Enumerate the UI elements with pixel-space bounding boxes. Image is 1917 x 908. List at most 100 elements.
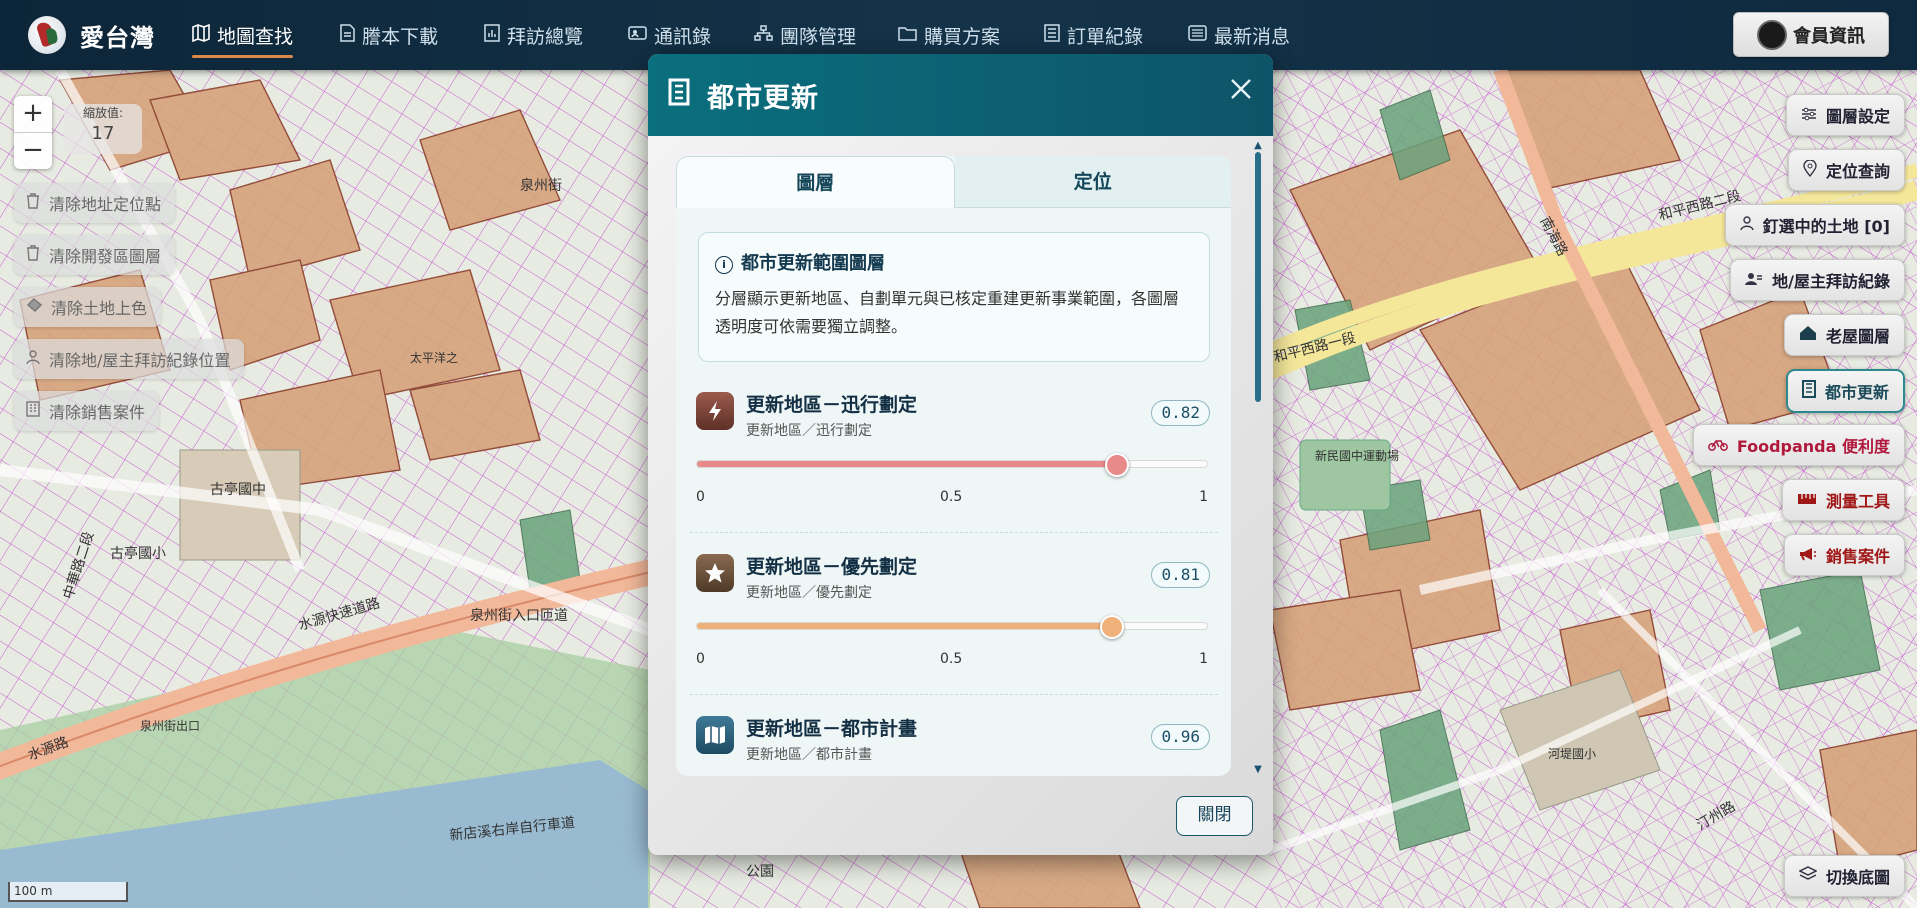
old-house-layer-button[interactable]: 老屋圖層 (1783, 314, 1905, 356)
contact-card-icon (628, 25, 647, 45)
nav-item-latest-news[interactable]: 最新消息 (1188, 14, 1290, 56)
sales-cases-button[interactable]: 銷售案件 (1783, 534, 1905, 576)
map-place-label: 泉州街出口 (140, 719, 200, 733)
clear-sales-cases-button[interactable]: 清除銷售案件 (14, 391, 160, 431)
star-icon (696, 554, 734, 592)
trash-icon (26, 192, 40, 214)
opacity-value-badge: 0.96 (1151, 724, 1210, 750)
map-place-label: 公園 (746, 864, 774, 880)
layers-icon (1798, 866, 1818, 886)
layer-subtitle: 更新地區／優先劃定 (746, 585, 872, 601)
map-fold-icon (696, 716, 734, 754)
tick-label: 0.5 (940, 489, 963, 505)
nav-item-label: 謄本下載 (362, 25, 439, 48)
slider-fill (697, 623, 1111, 629)
foodpanda-convenience-button[interactable]: Foodpanda 便利度 (1692, 424, 1905, 466)
slider-handle[interactable] (1105, 453, 1130, 477)
nav-item-order-history[interactable]: 訂單紀錄 (1044, 14, 1143, 56)
megaphone-icon (1799, 546, 1817, 565)
brand[interactable]: 愛台灣 (28, 12, 155, 58)
nav-item-label: 通訊錄 (654, 25, 712, 48)
opacity-value-badge: 0.81 (1151, 562, 1210, 588)
switch-basemap-button[interactable]: 切換底圖 (1783, 855, 1905, 897)
left-action-label: 清除地址定位點 (49, 195, 162, 214)
sliders-icon (1801, 106, 1817, 125)
tick-label: 0 (696, 489, 705, 505)
divider (690, 694, 1218, 695)
tick-label: 1 (1199, 489, 1208, 505)
nav-item-label: 地圖查找 (217, 25, 294, 48)
nav-item-transcript-download[interactable]: 謄本下載 (340, 14, 438, 56)
pinned-land-button[interactable]: 釘選中的土地 [0] (1724, 204, 1905, 246)
nav-item-contacts[interactable]: 通訊錄 (628, 14, 711, 56)
nav-item-map-search[interactable]: 地圖查找 (192, 14, 294, 58)
nav-item-team-management[interactable]: 團隊管理 (754, 14, 856, 56)
nav-item-purchase-plans[interactable]: 購買方案 (898, 14, 1000, 56)
avatar (1757, 19, 1787, 50)
urban-renewal-button[interactable]: 都市更新 (1785, 369, 1905, 413)
clear-address-pin-button[interactable]: 清除地址定位點 (14, 183, 176, 223)
tick-label: 1 (1199, 651, 1208, 667)
right-action-label: 老屋圖層 (1825, 327, 1890, 346)
opacity-slider[interactable] (696, 453, 1208, 477)
map-road-label: 泉州街 (520, 177, 562, 194)
building-icon (668, 78, 690, 108)
trash-icon (26, 244, 40, 266)
member-info-label: 會員資訊 (1793, 25, 1865, 47)
modal-body: 圖層 定位 i 都市更新範圍圖層 分層顯示更新地區、自劃單元與已核定重建更新事業範… (676, 156, 1231, 776)
scroll-up-arrow-icon[interactable]: ▲ (1253, 140, 1263, 151)
right-action-label: 圖層設定 (1825, 107, 1890, 126)
map-place-label: 古亭國中 (210, 481, 266, 498)
lightning-icon (696, 392, 734, 430)
right-action-label: 釘選中的土地 [0] (1762, 217, 1890, 236)
zoom-in-button[interactable]: + (14, 96, 52, 132)
layer-subtitle: 更新地區／都市計畫 (746, 747, 872, 763)
layer-row: 更新地區－優先劃定 更新地區／優先劃定 0.81 0 0.5 1 (690, 548, 1218, 698)
nav-item-visit-overview[interactable]: 拜訪總覽 (484, 14, 583, 56)
nav-item-label: 訂單紀錄 (1067, 25, 1144, 48)
chart-icon (484, 24, 500, 46)
right-action-label: 都市更新 (1824, 383, 1889, 402)
team-icon (754, 25, 773, 45)
modal-scrollbar[interactable] (1255, 152, 1261, 402)
measure-tool-button[interactable]: 測量工具 (1781, 479, 1905, 521)
slider-fill (697, 461, 1116, 467)
modal-title: 都市更新 (707, 83, 819, 114)
tick-label: 0 (696, 651, 705, 667)
right-action-label: 地/屋主拜訪紀錄 (1772, 272, 1890, 291)
layer-subtitle: 更新地區／迅行劃定 (746, 423, 872, 439)
owner-visit-record-button[interactable]: 地/屋主拜訪紀錄 (1730, 259, 1905, 301)
map-place-label: 古亭國小 (110, 545, 166, 562)
nav-item-label: 拜訪總覽 (507, 25, 584, 48)
eraser-icon (26, 297, 43, 317)
zoom-level-value: 17 (91, 123, 115, 144)
opacity-slider[interactable] (696, 615, 1208, 639)
zoom-out-button[interactable]: − (14, 132, 52, 169)
map-place-label: 太平洋之 (410, 350, 458, 365)
clear-land-coloring-button[interactable]: 清除土地上色 (14, 287, 162, 327)
location-search-button[interactable]: 定位查詢 (1787, 149, 1905, 191)
layer-row: 更新地區－都市計畫 更新地區／都市計畫 0.96 (690, 710, 1218, 776)
modal-header: 都市更新 (648, 54, 1273, 136)
nav-item-label: 購買方案 (924, 25, 1001, 48)
info-icon: i (715, 256, 733, 274)
layer-settings-button[interactable]: 圖層設定 (1785, 94, 1905, 136)
user-icon (1745, 271, 1763, 290)
nav-item-label: 最新消息 (1214, 25, 1291, 48)
tab-locate[interactable]: 定位 (954, 156, 1231, 208)
close-button[interactable]: 關閉 (1176, 796, 1253, 836)
tab-layers[interactable]: 圖層 (676, 156, 955, 208)
zoom-level-label: 縮放值: (82, 106, 124, 120)
member-info-button[interactable]: 會員資訊 (1733, 12, 1889, 57)
map-icon (192, 23, 210, 46)
clear-visit-record-button[interactable]: 清除地/屋主拜訪紀錄位置 (14, 339, 245, 379)
person-icon (26, 349, 40, 370)
map-place-label: 河堤國小 (1548, 747, 1596, 761)
left-action-label: 清除開發區圖層 (49, 247, 162, 266)
right-action-label: 銷售案件 (1825, 547, 1890, 566)
slider-handle[interactable] (1100, 615, 1125, 639)
clear-development-layer-button[interactable]: 清除開發區圖層 (14, 235, 176, 275)
scroll-down-arrow-icon[interactable]: ▼ (1253, 764, 1263, 775)
close-icon[interactable] (1229, 74, 1253, 109)
ruler-icon (1797, 491, 1817, 510)
